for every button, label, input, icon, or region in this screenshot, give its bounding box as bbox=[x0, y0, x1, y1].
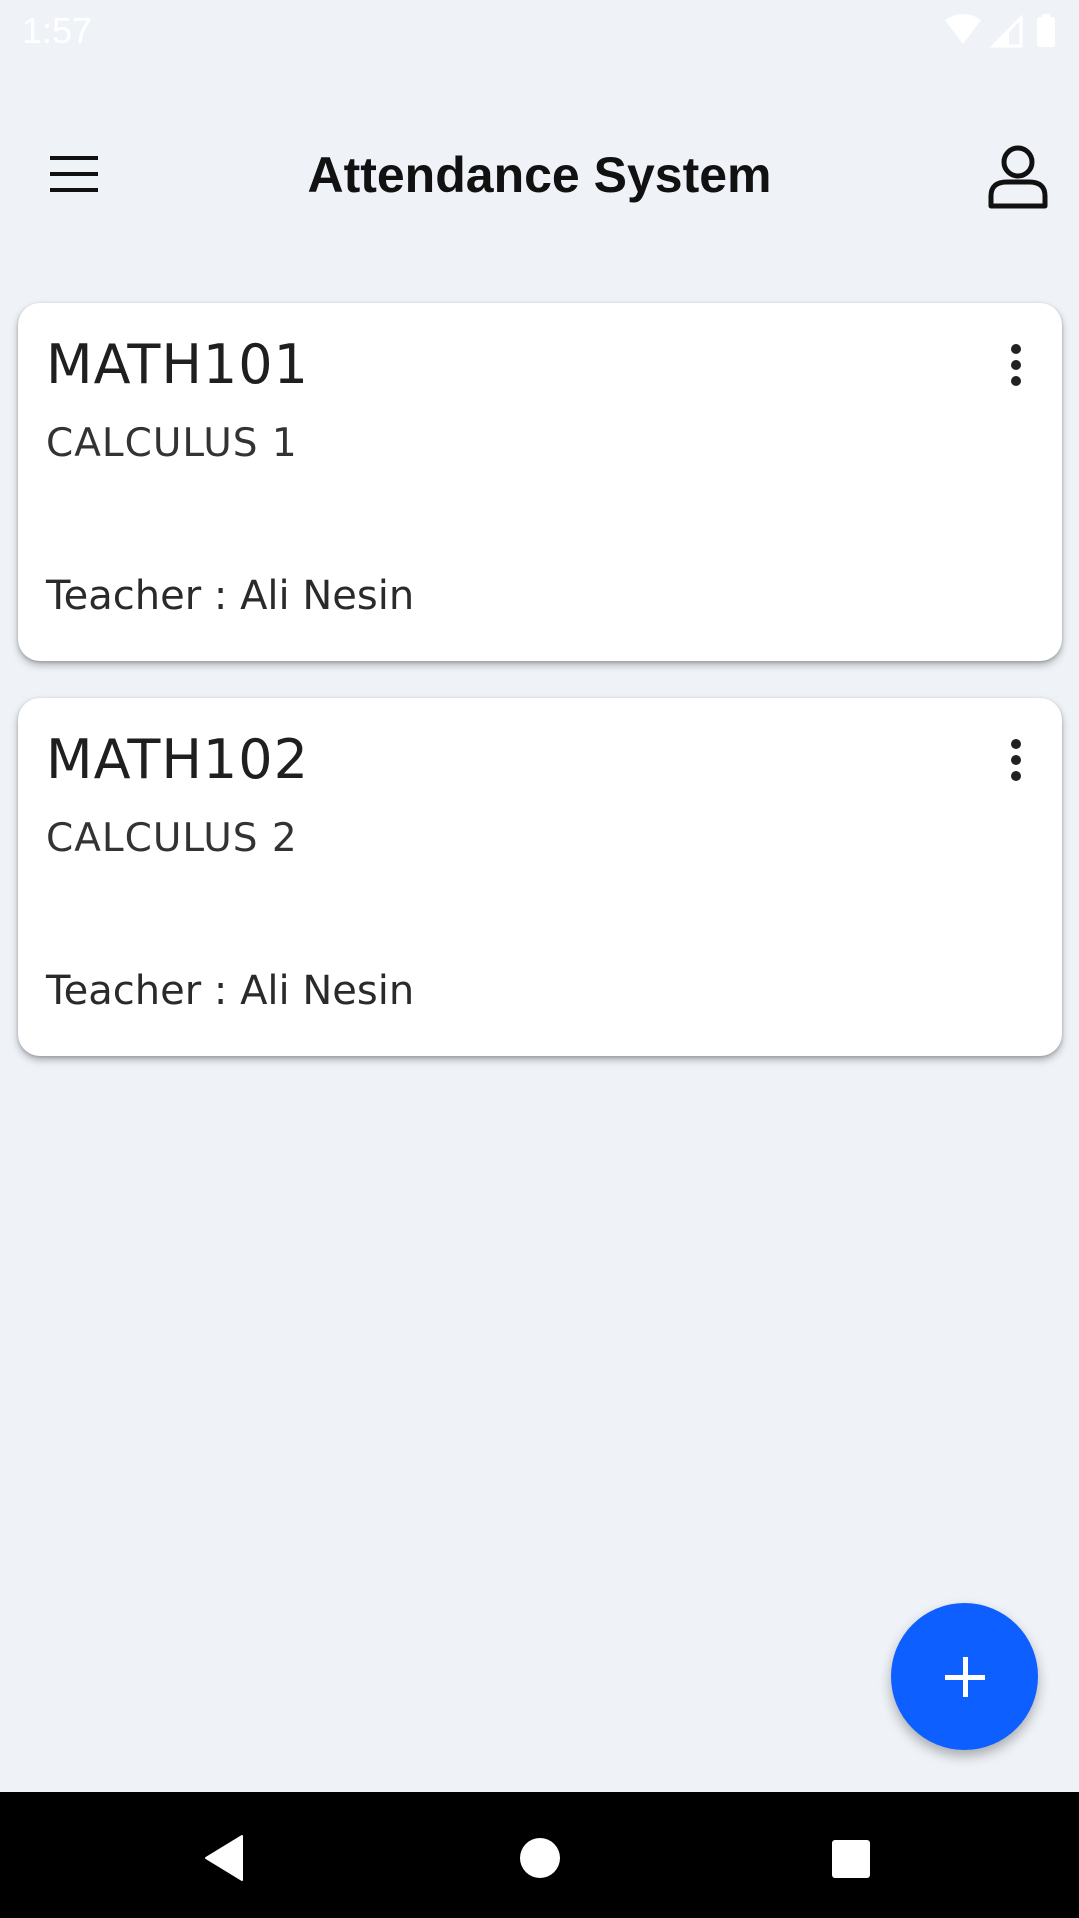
course-teacher: Teacher : Ali Nesin bbox=[46, 573, 415, 619]
course-name: CALCULUS 1 bbox=[46, 421, 298, 466]
course-card[interactable]: MATH101 CALCULUS 1 Teacher : Ali Nesin bbox=[18, 303, 1062, 661]
status-time: 1:57 bbox=[22, 10, 93, 51]
course-code: MATH102 bbox=[46, 728, 309, 791]
cell-signal-icon bbox=[989, 14, 1023, 48]
more-vertical-icon bbox=[1011, 739, 1021, 781]
course-teacher: Teacher : Ali Nesin bbox=[46, 968, 415, 1014]
profile-button[interactable] bbox=[985, 142, 1051, 212]
home-button[interactable] bbox=[512, 1830, 568, 1886]
status-icons bbox=[945, 14, 1055, 48]
back-button[interactable] bbox=[196, 1830, 252, 1886]
more-options-button[interactable] bbox=[996, 339, 1036, 395]
course-name: CALCULUS 2 bbox=[46, 816, 298, 861]
course-list: MATH101 CALCULUS 1 Teacher : Ali Nesin M… bbox=[18, 303, 1062, 1093]
status-bar: 1:57 bbox=[0, 0, 1079, 62]
recents-square-icon bbox=[832, 1840, 870, 1878]
more-vertical-icon bbox=[1011, 344, 1021, 386]
home-circle-icon bbox=[520, 1838, 560, 1878]
navigation-bar bbox=[0, 1792, 1079, 1918]
person-icon bbox=[988, 145, 1048, 209]
back-triangle-icon bbox=[205, 1835, 243, 1881]
recents-button[interactable] bbox=[822, 1830, 878, 1886]
add-course-button[interactable] bbox=[891, 1603, 1038, 1750]
course-card[interactable]: MATH102 CALCULUS 2 Teacher : Ali Nesin bbox=[18, 698, 1062, 1056]
more-options-button[interactable] bbox=[996, 734, 1036, 790]
hamburger-menu-icon bbox=[50, 156, 98, 192]
course-code: MATH101 bbox=[46, 333, 309, 396]
wifi-icon bbox=[945, 14, 981, 44]
page-title: Attendance System bbox=[307, 147, 772, 203]
menu-button[interactable] bbox=[38, 144, 108, 204]
app-bar: Attendance System bbox=[0, 120, 1079, 230]
battery-icon bbox=[1037, 14, 1055, 47]
plus-icon bbox=[944, 1656, 985, 1697]
